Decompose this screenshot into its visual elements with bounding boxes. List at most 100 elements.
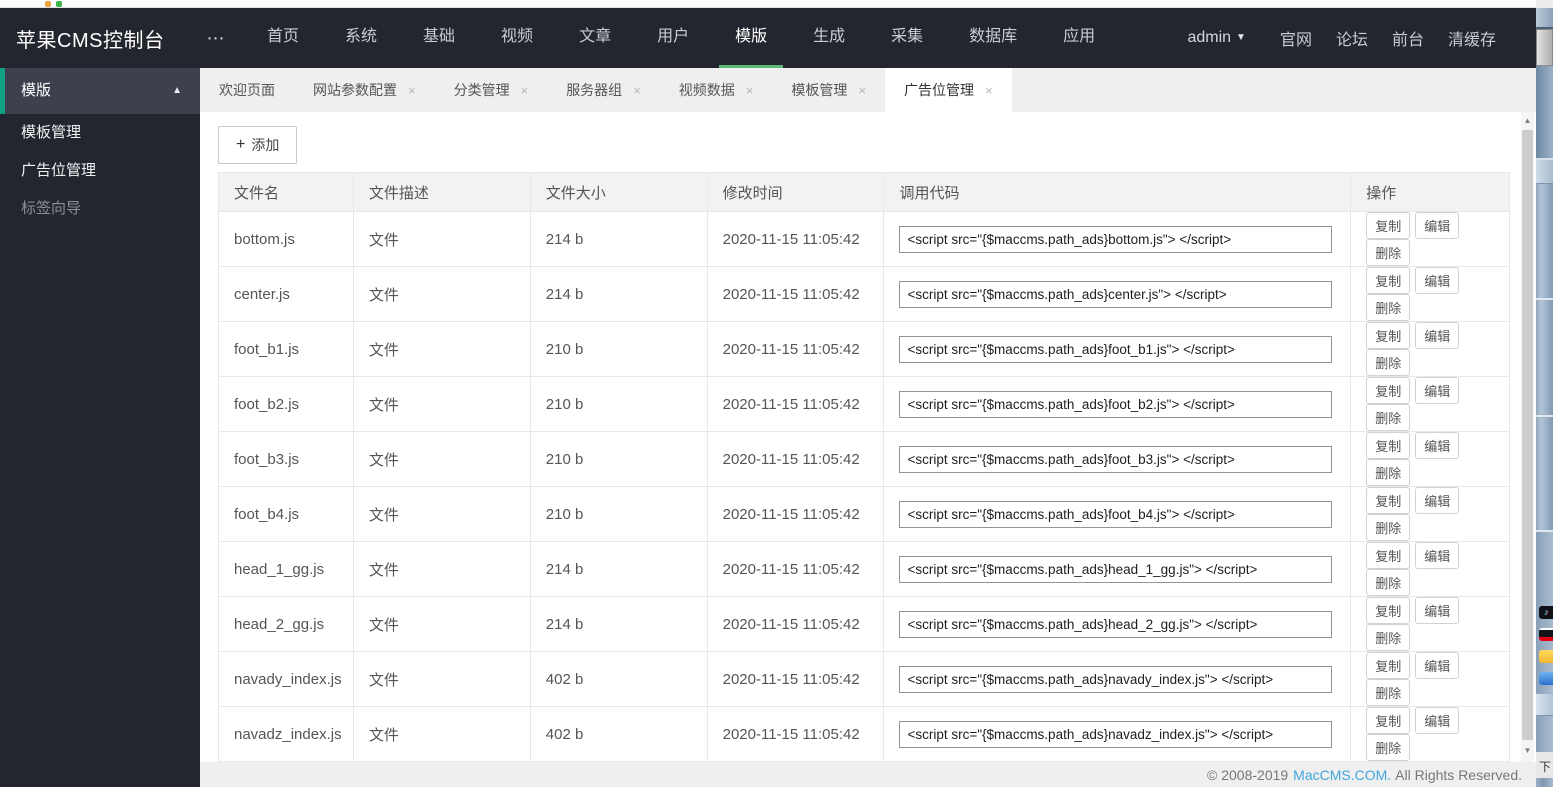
edit-button[interactable]: 编辑 bbox=[1415, 487, 1460, 514]
ads-table: 文件名 文件描述 文件大小 修改时间 调用代码 操作 bottom.js 文件 214 b 20… bbox=[218, 172, 1510, 762]
file-size-cell: 210 b bbox=[529, 321, 708, 377]
tab-模板管理[interactable]: 模板管理 × bbox=[772, 68, 885, 112]
delete-button[interactable]: 删除 bbox=[1366, 514, 1411, 541]
ad-code-input[interactable] bbox=[899, 610, 1333, 638]
actions-cell: 复制编辑删除 bbox=[1350, 486, 1510, 542]
tab-广告位管理[interactable]: 广告位管理 × bbox=[884, 68, 1012, 112]
tab-服务器组[interactable]: 服务器组 × bbox=[547, 68, 660, 112]
edge-segment bbox=[1536, 716, 1553, 752]
close-tab-icon[interactable]: × bbox=[746, 83, 754, 98]
edge-segment bbox=[1536, 160, 1553, 184]
edit-button[interactable]: 编辑 bbox=[1415, 707, 1460, 734]
edit-button[interactable]: 编辑 bbox=[1415, 542, 1460, 569]
ad-code-input[interactable] bbox=[899, 555, 1333, 583]
nav-item-视频[interactable]: 视频 bbox=[485, 8, 549, 68]
content-scrollbar[interactable]: ▲ ▼ bbox=[1521, 112, 1534, 762]
modified-time-cell: 2020-11-15 11:05:42 bbox=[706, 596, 885, 652]
delete-button[interactable]: 删除 bbox=[1366, 624, 1411, 651]
scrollbar-thumb[interactable] bbox=[1522, 130, 1533, 740]
delete-button[interactable]: 删除 bbox=[1366, 734, 1411, 761]
delete-button[interactable]: 删除 bbox=[1366, 404, 1411, 431]
tab-网站参数配置[interactable]: 网站参数配置 × bbox=[294, 68, 435, 112]
ad-code-input[interactable] bbox=[899, 665, 1333, 693]
edge-segment bbox=[1536, 0, 1553, 8]
delete-button[interactable]: 删除 bbox=[1366, 679, 1411, 706]
scroll-down-icon[interactable]: ▼ bbox=[1521, 744, 1534, 758]
copy-button[interactable]: 复制 bbox=[1366, 652, 1411, 679]
close-tab-icon[interactable]: × bbox=[408, 83, 416, 98]
ad-code-input[interactable] bbox=[899, 335, 1333, 363]
nav-item-模版[interactable]: 模版 bbox=[719, 8, 784, 68]
edit-button[interactable]: 编辑 bbox=[1415, 377, 1460, 404]
copy-button[interactable]: 复制 bbox=[1366, 267, 1411, 294]
ad-code-input[interactable] bbox=[899, 445, 1333, 473]
nav-link-前台[interactable]: 前台 bbox=[1380, 32, 1436, 49]
file-name-cell: navady_index.js bbox=[218, 651, 354, 707]
tab-分类管理[interactable]: 分类管理 × bbox=[435, 68, 548, 112]
caret-down-icon: ▼ bbox=[1236, 32, 1246, 43]
ad-code-cell bbox=[883, 651, 1352, 707]
delete-button[interactable]: 删除 bbox=[1366, 239, 1411, 266]
outer-scrollbar-thumb[interactable] bbox=[1536, 29, 1553, 66]
nav-link-官网[interactable]: 官网 bbox=[1268, 32, 1324, 49]
table-row: bottom.js文件214 b2020-11-15 11:05:42 复制编辑删… bbox=[218, 211, 1510, 267]
scroll-up-icon[interactable]: ▲ bbox=[1521, 114, 1534, 128]
column-header-操作: 操作 bbox=[1350, 172, 1510, 212]
nav-more-icon[interactable]: ⋯ bbox=[188, 28, 244, 49]
copy-button[interactable]: 复制 bbox=[1366, 377, 1411, 404]
nav-item-生成[interactable]: 生成 bbox=[797, 8, 861, 68]
tab-欢迎页面[interactable]: 欢迎页面 bbox=[200, 68, 294, 112]
nav-item-数据库[interactable]: 数据库 bbox=[953, 8, 1033, 68]
sidebar-item-标签向导[interactable]: 标签向导 bbox=[0, 190, 200, 228]
screen: 苹果CMS控制台 ⋯ 首页 系统 基础 视频 文章 用户 模版 生成 采集 数据库 应用 admin… bbox=[0, 0, 1553, 787]
sidebar-item-模板管理[interactable]: 模板管理 bbox=[0, 114, 200, 152]
copy-button[interactable]: 复制 bbox=[1366, 597, 1411, 624]
ad-code-input[interactable] bbox=[899, 225, 1333, 253]
nav-item-应用[interactable]: 应用 bbox=[1047, 8, 1111, 68]
table-row: foot_b4.js文件210 b2020-11-15 11:05:42 复制编辑… bbox=[218, 486, 1510, 542]
nav-item-首页[interactable]: 首页 bbox=[251, 8, 315, 68]
file-name-cell: foot_b1.js bbox=[218, 321, 354, 377]
close-tab-icon[interactable]: × bbox=[633, 83, 641, 98]
delete-button[interactable]: 删除 bbox=[1366, 459, 1411, 486]
sidebar-group-template[interactable]: 模版 ▲ bbox=[0, 68, 200, 114]
nav-item-系统[interactable]: 系统 bbox=[329, 8, 393, 68]
file-name-cell: head_2_gg.js bbox=[218, 596, 354, 652]
close-tab-icon[interactable]: × bbox=[858, 83, 866, 98]
copy-button[interactable]: 复制 bbox=[1366, 707, 1411, 734]
copy-button[interactable]: 复制 bbox=[1366, 212, 1411, 239]
copy-button[interactable]: 复制 bbox=[1366, 487, 1411, 514]
edit-button[interactable]: 编辑 bbox=[1415, 322, 1460, 349]
copy-button[interactable]: 复制 bbox=[1366, 322, 1411, 349]
nav-link-论坛[interactable]: 论坛 bbox=[1324, 32, 1380, 49]
sidebar: 模版 ▲ 模板管理 广告位管理 标签向导 bbox=[0, 68, 200, 787]
nav-item-基础[interactable]: 基础 bbox=[407, 8, 471, 68]
ad-code-input[interactable] bbox=[899, 390, 1333, 418]
copy-button[interactable]: 复制 bbox=[1366, 432, 1411, 459]
main-nav: 首页 系统 基础 视频 文章 用户 模版 生成 采集 数据库 应用 bbox=[244, 8, 1118, 68]
edit-button[interactable]: 编辑 bbox=[1415, 597, 1460, 624]
copy-button[interactable]: 复制 bbox=[1366, 542, 1411, 569]
edge-desktop-icons: ♪ bbox=[1536, 602, 1553, 694]
maccms-link[interactable]: MacCMS.COM. bbox=[1293, 767, 1391, 783]
tab-视频数据[interactable]: 视频数据 × bbox=[660, 68, 773, 112]
edit-button[interactable]: 编辑 bbox=[1415, 652, 1460, 679]
nav-item-采集[interactable]: 采集 bbox=[875, 8, 939, 68]
delete-button[interactable]: 删除 bbox=[1366, 349, 1411, 376]
nav-link-清缓存[interactable]: 清缓存 bbox=[1436, 32, 1508, 49]
nav-item-文章[interactable]: 文章 bbox=[563, 8, 627, 68]
user-dropdown[interactable]: admin ▼ bbox=[1187, 29, 1245, 47]
ad-code-input[interactable] bbox=[899, 720, 1333, 748]
ad-code-input[interactable] bbox=[899, 280, 1333, 308]
edit-button[interactable]: 编辑 bbox=[1415, 267, 1460, 294]
ad-code-input[interactable] bbox=[899, 500, 1333, 528]
edit-button[interactable]: 编辑 bbox=[1415, 212, 1460, 239]
close-tab-icon[interactable]: × bbox=[521, 83, 529, 98]
delete-button[interactable]: 删除 bbox=[1366, 294, 1411, 321]
add-button[interactable]: + 添加 bbox=[218, 126, 298, 164]
delete-button[interactable]: 删除 bbox=[1366, 569, 1411, 596]
edit-button[interactable]: 编辑 bbox=[1415, 432, 1460, 459]
close-tab-icon[interactable]: × bbox=[985, 83, 993, 98]
sidebar-item-广告位管理[interactable]: 广告位管理 bbox=[0, 152, 200, 190]
nav-item-用户[interactable]: 用户 bbox=[641, 8, 705, 68]
